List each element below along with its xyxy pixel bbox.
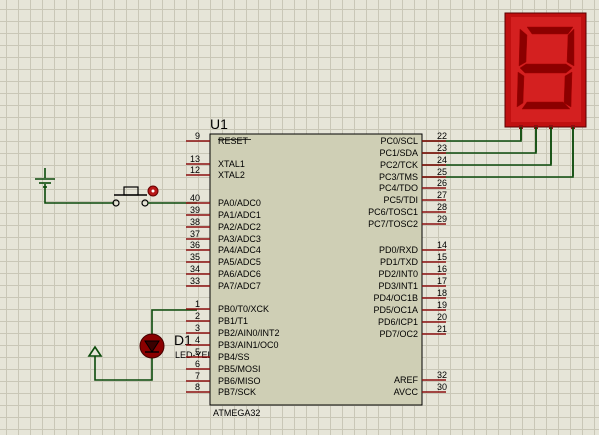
pin-label: PC0/SCL bbox=[380, 136, 418, 146]
pin-number: 17 bbox=[437, 276, 447, 286]
pin-label: PB2/AIN0/INT2 bbox=[218, 328, 280, 338]
pin-label: PA7/ADC7 bbox=[218, 281, 261, 291]
pin-number: 18 bbox=[437, 288, 447, 298]
pin-label: PA1/ADC1 bbox=[218, 210, 261, 220]
pin-label: PA5/ADC5 bbox=[218, 257, 261, 267]
pin-number: 39 bbox=[190, 205, 200, 215]
power-terminal[interactable] bbox=[87, 345, 103, 357]
pin-number: 38 bbox=[190, 217, 200, 227]
pin-label: PD0/RXD bbox=[379, 245, 419, 255]
pin-number: 24 bbox=[437, 155, 447, 165]
segment-g bbox=[519, 63, 573, 74]
pin-number: 15 bbox=[437, 252, 447, 262]
pin-number: 23 bbox=[437, 143, 447, 153]
pin-number: 27 bbox=[437, 190, 447, 200]
pin-number: 26 bbox=[437, 178, 447, 188]
segment-d bbox=[521, 101, 571, 110]
pin-number: 37 bbox=[190, 229, 200, 239]
seven-segment-display[interactable] bbox=[504, 12, 587, 176]
pin-number: 12 bbox=[190, 165, 200, 175]
atmega32-chip[interactable]: U1 ATMEGA32 9 RESET13 XTAL112 XTAL240 PA0/AD… bbox=[186, 116, 447, 418]
segment-c bbox=[563, 71, 573, 108]
pin-label: XTAL1 bbox=[218, 159, 245, 169]
pin-number: 2 bbox=[195, 311, 200, 321]
button-cap bbox=[123, 186, 139, 196]
pin-number: 4 bbox=[195, 335, 200, 345]
pin-label: PB0/T0/XCK bbox=[218, 304, 269, 314]
pin-label: PA6/ADC6 bbox=[218, 269, 261, 279]
pin-label: PC3/TMS bbox=[379, 172, 418, 182]
pin-number: 7 bbox=[195, 371, 200, 381]
pin-number: 40 bbox=[190, 193, 200, 203]
pin-number: 5 bbox=[195, 347, 200, 357]
segment-f bbox=[518, 28, 528, 67]
pin-number: 30 bbox=[437, 382, 447, 392]
pin-label: PA0/ADC0 bbox=[218, 198, 261, 208]
pin-label: PD6/ICP1 bbox=[378, 317, 418, 327]
chip-ref: U1 bbox=[210, 116, 228, 132]
pin-label: PC7/TOSC2 bbox=[368, 219, 418, 229]
pin-label: PB3/AIN1/OC0 bbox=[218, 340, 279, 350]
pin-label: AVCC bbox=[394, 387, 419, 397]
pin-number: 19 bbox=[437, 300, 447, 310]
pin-reset[interactable]: 9 RESET bbox=[186, 131, 249, 146]
pin-label: PA3/ADC3 bbox=[218, 234, 261, 244]
pin-label: PD4/OC1B bbox=[373, 293, 418, 303]
pin-number: 16 bbox=[437, 264, 447, 274]
pin-number: 25 bbox=[437, 167, 447, 177]
pin-label: PD5/OC1A bbox=[373, 305, 418, 315]
pin-label: XTAL2 bbox=[218, 170, 245, 180]
pin-label: PB7/SCK bbox=[218, 387, 256, 397]
pin-number: 36 bbox=[190, 240, 200, 250]
pin-number: 13 bbox=[190, 154, 200, 164]
pin-label: PC2/TCK bbox=[380, 160, 418, 170]
pin-number: 21 bbox=[437, 324, 447, 334]
wire-power-led bbox=[94, 356, 153, 381]
pin-label: PD7/OC2 bbox=[379, 329, 418, 339]
pin-number: 14 bbox=[437, 240, 447, 250]
pin-label: PD1/TXD bbox=[380, 257, 419, 267]
pin-number: 35 bbox=[190, 252, 200, 262]
pin-label: PD2/INT0 bbox=[378, 269, 418, 279]
pin-number: 22 bbox=[437, 131, 447, 141]
pin-label: PC4/TDO bbox=[379, 183, 418, 193]
pin-number: 29 bbox=[437, 214, 447, 224]
pin-number: 8 bbox=[195, 382, 200, 392]
pin-label: PB4/SS bbox=[218, 352, 250, 362]
pin-label: PB1/T1 bbox=[218, 316, 248, 326]
pin-number: 20 bbox=[437, 312, 447, 322]
pin-label: PC1/SDA bbox=[379, 148, 418, 158]
segment-a bbox=[526, 26, 574, 35]
pin-label: PB6/MISO bbox=[218, 376, 261, 386]
pin-label: PB5/MOSI bbox=[218, 364, 261, 374]
schematic-canvas[interactable]: D1 LED-YELLOW U1 ATMEGA32 9 RESET13 XTAL11… bbox=[0, 0, 599, 435]
pin-label: PC5/TDI bbox=[383, 195, 418, 205]
segment-e bbox=[516, 71, 525, 108]
pin-label: PC6/TOSC1 bbox=[368, 207, 418, 217]
pin-number: 1 bbox=[195, 299, 200, 309]
pin-label: AREF bbox=[394, 375, 419, 385]
pin-number: 6 bbox=[195, 359, 200, 369]
wire-ground-button bbox=[44, 184, 114, 204]
pin-number: 32 bbox=[437, 370, 447, 380]
pin-number: 33 bbox=[190, 276, 200, 286]
pin-label: PA4/ADC4 bbox=[218, 245, 261, 255]
pin-number: 34 bbox=[190, 264, 200, 274]
pin-label: PD3/INT1 bbox=[378, 281, 418, 291]
pin-label: RESET bbox=[218, 136, 249, 146]
chip-part: ATMEGA32 bbox=[213, 408, 260, 418]
pin-number: 3 bbox=[195, 323, 200, 333]
pin-number: 28 bbox=[437, 202, 447, 212]
pin-number: 9 bbox=[195, 131, 200, 141]
pin-label: PA2/ADC2 bbox=[218, 222, 261, 232]
